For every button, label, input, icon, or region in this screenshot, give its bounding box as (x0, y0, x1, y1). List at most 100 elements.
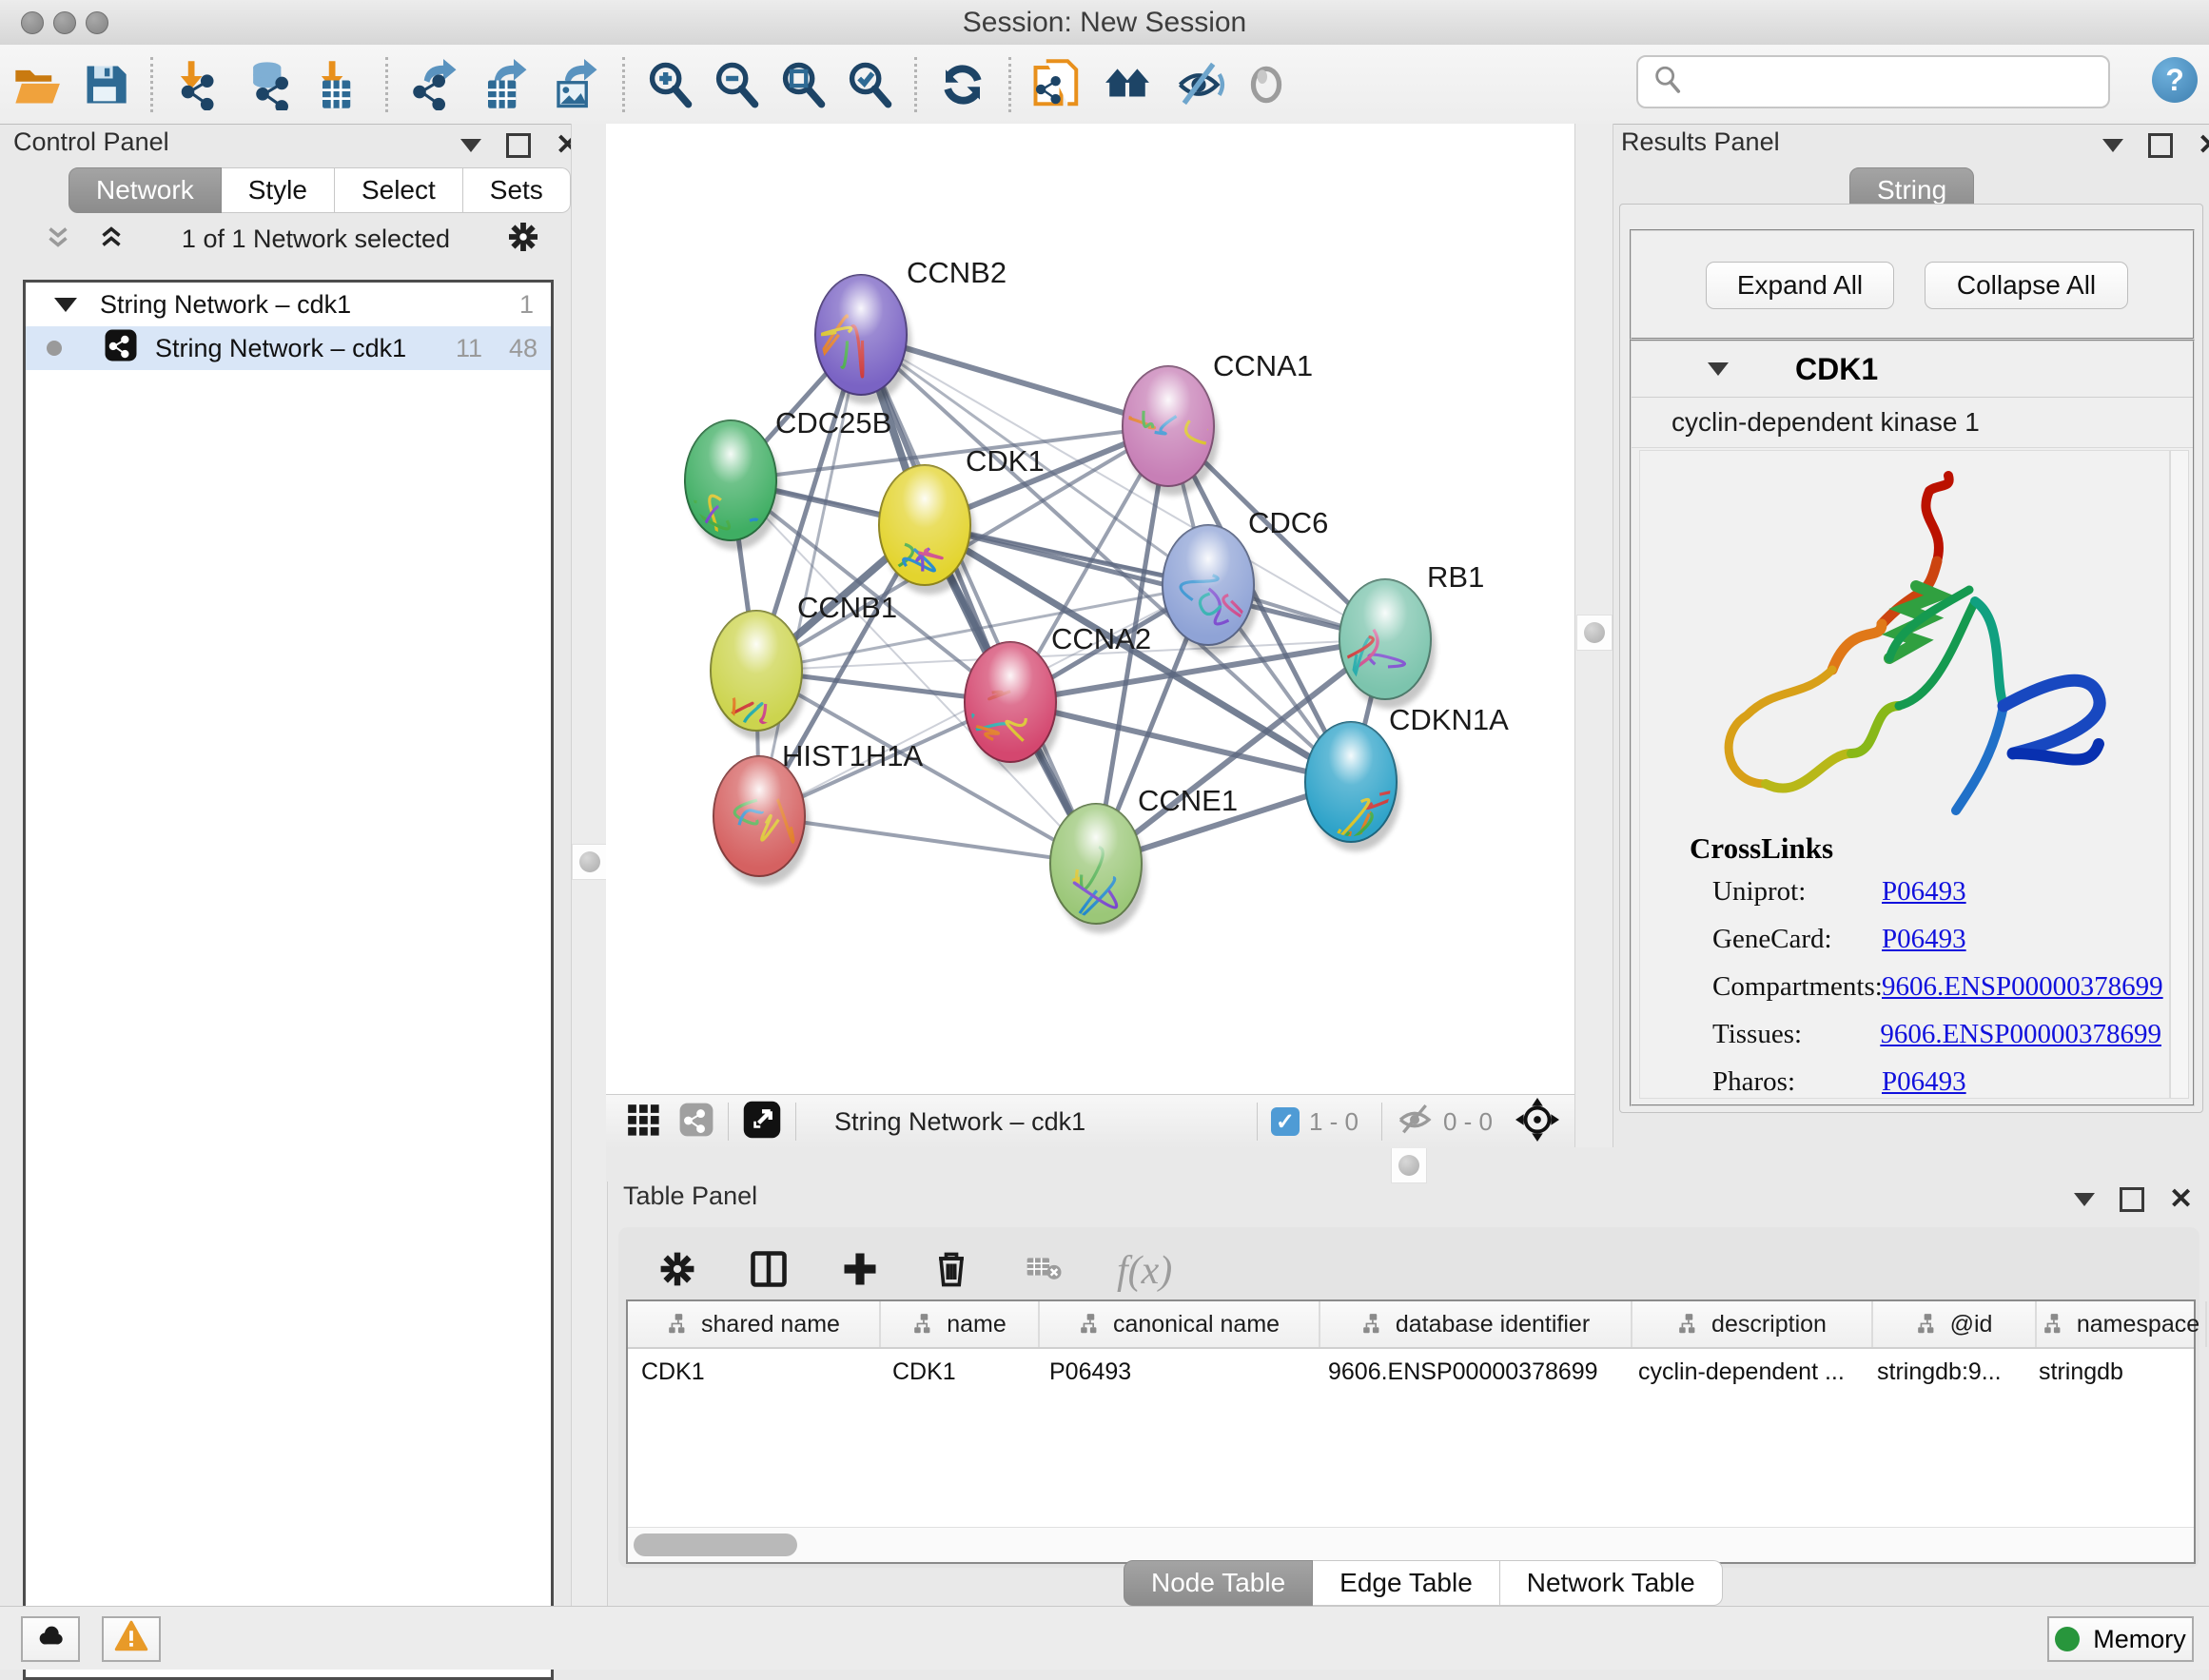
expand-all-icon[interactable] (95, 221, 127, 258)
network-node-CDC6[interactable]: CDC6 (1163, 506, 1328, 654)
network-canvas[interactable]: CCNB2 CCNA1 CDC25B CDK1 CDC6 (606, 124, 1574, 1094)
import-table-button[interactable] (314, 56, 365, 113)
zoom-fit-button[interactable] (778, 56, 828, 113)
hide-unhide-button[interactable] (1172, 56, 1225, 113)
export-image-button[interactable] (549, 56, 602, 113)
float-panel-icon[interactable] (506, 133, 531, 158)
help-button[interactable]: ? (2152, 57, 2198, 103)
svg-text:CDK1: CDK1 (966, 444, 1045, 478)
network-collection-row[interactable]: String Network – cdk1 1 (26, 283, 551, 326)
panel-menu-icon[interactable] (2102, 139, 2123, 152)
float-panel-icon[interactable] (2148, 133, 2173, 158)
selected-checkbox-icon[interactable]: ✓ (1271, 1107, 1300, 1136)
memory-button[interactable]: Memory (2047, 1616, 2194, 1662)
crosshair-icon[interactable] (1515, 1098, 1559, 1146)
toolbar-separator (622, 57, 625, 112)
tab-style[interactable]: Style (222, 167, 335, 213)
warnings-button[interactable] (102, 1616, 161, 1662)
trash-button[interactable] (930, 1248, 972, 1295)
export-network-button[interactable] (408, 56, 461, 113)
network-node-CDKN1A[interactable]: CDKN1A (1305, 703, 1509, 857)
close-panel-icon[interactable]: ✕ (2198, 136, 2209, 155)
save-button[interactable] (81, 56, 130, 113)
left-splitter-handle[interactable] (572, 844, 608, 880)
column-header-shared-name[interactable]: shared name (628, 1301, 881, 1347)
table-hscroll-thumb[interactable] (634, 1533, 797, 1556)
left-splitter[interactable] (571, 124, 608, 1606)
column-header--id[interactable]: @id (1873, 1301, 2037, 1347)
crosslink-link[interactable]: P06493 (1882, 1066, 1966, 1098)
home-button[interactable] (1100, 56, 1155, 113)
table-hscrollbar[interactable] (628, 1527, 2194, 1562)
grid-icon[interactable] (625, 1102, 661, 1143)
crosslink-label: Compartments: (1712, 971, 1882, 1003)
cloud-button[interactable] (21, 1616, 80, 1662)
protein-header[interactable]: CDK1 (1632, 342, 2193, 398)
collapse-all-icon[interactable] (42, 221, 74, 258)
zoom-out-button[interactable] (712, 56, 761, 113)
protein-collapse-icon[interactable] (1708, 362, 1729, 376)
svg-text:CDC6: CDC6 (1248, 506, 1328, 539)
crosslink-row: Pharos:P06493 (1686, 1058, 2161, 1105)
birdseye-icon[interactable] (742, 1100, 782, 1144)
column-header-database-identifier[interactable]: database identifier (1320, 1301, 1632, 1347)
collapse-all-button[interactable]: Collapse All (1925, 262, 2128, 309)
panel-menu-icon[interactable] (460, 139, 481, 152)
collection-expand-icon[interactable] (54, 298, 77, 312)
crosslink-link[interactable]: 9606.ENSP00000378699 (1882, 971, 2163, 1003)
gear-button[interactable] (656, 1248, 698, 1295)
right-splitter[interactable] (1574, 124, 1613, 1149)
zoom-selected-button[interactable] (845, 56, 894, 113)
protein-description: cyclin-dependent kinase 1 (1632, 398, 2193, 448)
column-header-name[interactable]: name (881, 1301, 1040, 1347)
network-node-RB1[interactable]: RB1 (1332, 560, 1484, 709)
close-panel-icon[interactable]: ✕ (2169, 1190, 2193, 1209)
open-folder-button[interactable] (9, 56, 64, 113)
float-panel-icon[interactable] (2120, 1187, 2144, 1212)
split-columns-button[interactable] (748, 1248, 790, 1295)
control-panel: Control Panel ✕ NetworkStyleSelectSets 1… (0, 124, 571, 1606)
bottom-splitter[interactable] (606, 1147, 2209, 1182)
svg-text:CCNB1: CCNB1 (797, 591, 897, 624)
column-header-canonical-name[interactable]: canonical name (1040, 1301, 1320, 1347)
tab-network-table[interactable]: Network Table (1500, 1560, 1723, 1606)
tab-node-table[interactable]: Node Table (1124, 1560, 1313, 1606)
crosslink-label: Uniprot: (1712, 876, 1882, 908)
tab-select[interactable]: Select (335, 167, 463, 213)
right-splitter-handle[interactable] (1576, 615, 1613, 651)
refresh-button[interactable] (937, 56, 988, 113)
import-database-button[interactable] (242, 56, 297, 113)
memory-status-dot (2055, 1627, 2080, 1651)
tab-edge-table[interactable]: Edge Table (1313, 1560, 1500, 1606)
clone-network-button[interactable] (1031, 56, 1083, 113)
plus-button[interactable] (839, 1248, 881, 1295)
share-icon[interactable] (678, 1102, 714, 1143)
results-scrollbar[interactable] (2170, 450, 2189, 1099)
column-header-description[interactable]: description (1632, 1301, 1873, 1347)
column-header-namespace[interactable]: namespace (2037, 1301, 2207, 1347)
tab-sets[interactable]: Sets (463, 167, 571, 213)
bottom-splitter-handle[interactable] (1391, 1147, 1427, 1183)
expand-all-button[interactable]: Expand All (1706, 262, 1894, 309)
crosslink-link[interactable]: P06493 (1882, 924, 1966, 955)
crosslink-link[interactable]: P06493 (1882, 876, 1966, 908)
search-input[interactable] (1690, 67, 2108, 98)
search-box[interactable] (1636, 55, 2110, 108)
table-body: CDK1CDK1P064939606.ENSP00000378699cyclin… (628, 1349, 2194, 1395)
network-node-HIST1H1A[interactable]: HIST1H1A (714, 739, 923, 886)
network-options-gear-icon[interactable] (504, 218, 542, 261)
crosslinks-list: Uniprot:P06493GeneCard:P06493Compartment… (1686, 868, 2161, 1105)
export-table-button[interactable] (479, 56, 532, 113)
protein-name: CDK1 (1795, 352, 1878, 387)
network-node-CCNE1[interactable]: CCNE1 (1050, 784, 1238, 933)
tab-network[interactable]: Network (68, 167, 222, 213)
toolbar-separator (914, 57, 917, 112)
search-icon (1652, 64, 1684, 101)
table-row[interactable]: CDK1CDK1P064939606.ENSP00000378699cyclin… (628, 1349, 2194, 1395)
network-row[interactable]: String Network – cdk1 11 48 (26, 326, 551, 370)
import-network-button[interactable] (173, 56, 225, 113)
panel-menu-icon[interactable] (2074, 1193, 2095, 1206)
zoom-in-button[interactable] (645, 56, 694, 113)
warning-icon (112, 1620, 150, 1659)
crosslink-link[interactable]: 9606.ENSP00000378699 (1880, 1019, 2161, 1050)
